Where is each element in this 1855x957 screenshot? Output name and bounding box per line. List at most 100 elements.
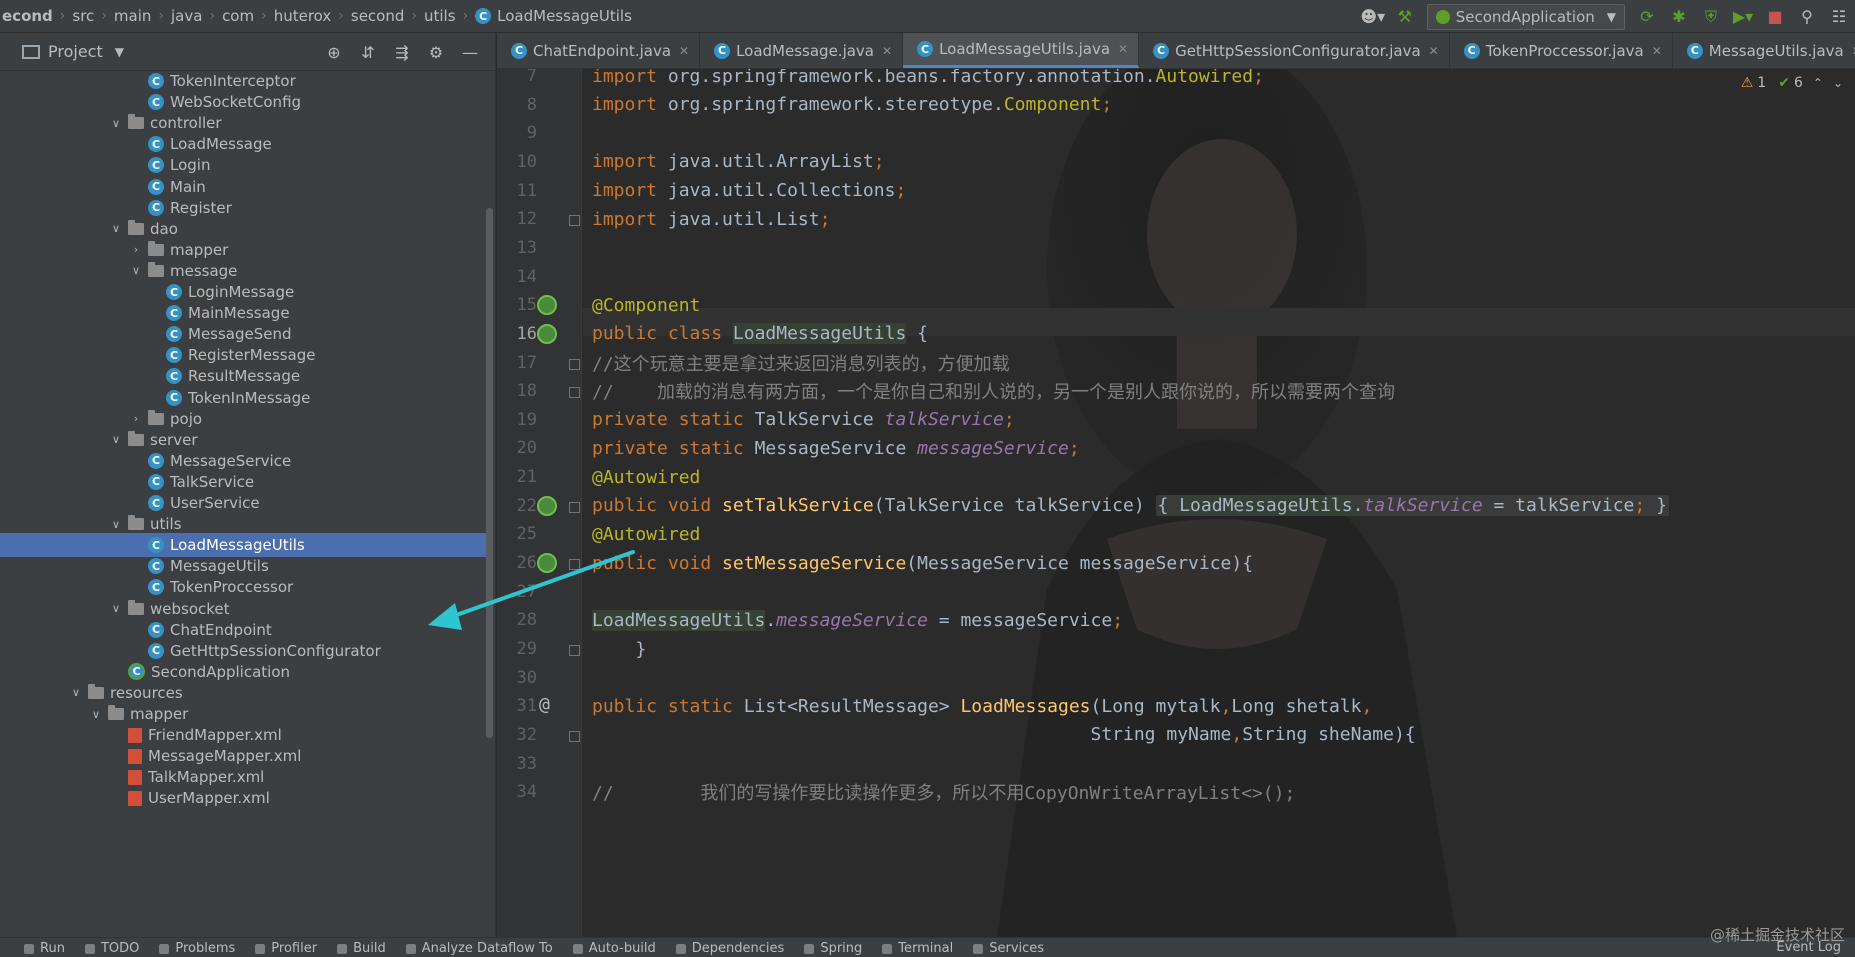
bottom-tool-tab[interactable]: Terminal: [872, 938, 963, 956]
chevron-down-icon[interactable]: ∨: [108, 602, 124, 615]
bottom-tool-tab[interactable]: Services: [963, 938, 1054, 956]
code-line[interactable]: public void setTalkService (TalkService t…: [592, 492, 1669, 520]
close-icon[interactable]: ✕: [882, 44, 892, 58]
code-line[interactable]: LoadMessageUtils. messageService = messag…: [592, 606, 1123, 634]
code-line[interactable]: String myName, String sheName){: [592, 721, 1415, 749]
code-line[interactable]: private static TalkService talkService;: [592, 406, 1015, 434]
tree-scrollbar[interactable]: [486, 208, 493, 738]
chevron-down-icon[interactable]: ∨: [108, 433, 124, 446]
code-editor[interactable]: 7 8 9 10 11 12 13 14 15 16 17 18 19 20 21 22 25 26 27 28 29 3…: [497, 69, 1855, 937]
bottom-tool-tab[interactable]: Dependencies: [666, 938, 795, 956]
code-line[interactable]: public static List<ResultMessage> LoadMe…: [592, 692, 1372, 720]
editor-tab[interactable]: C ChatEndpoint.java ✕: [497, 33, 701, 68]
code-line[interactable]: }: [592, 635, 646, 663]
search-icon[interactable]: ⚲: [1794, 4, 1820, 30]
bottom-tool-tab[interactable]: Run: [14, 938, 75, 956]
bottom-tool-tab[interactable]: Problems: [149, 938, 245, 956]
code-line[interactable]: import java.util.ArrayList;: [592, 148, 885, 176]
user-icon[interactable]: ☻▾: [1360, 4, 1386, 30]
editor-tab[interactable]: C GetHttpSessionConfigurator.java ✕: [1139, 33, 1450, 68]
fold-marker-icon[interactable]: [569, 501, 580, 513]
chevron-down-icon[interactable]: ⌄: [1833, 76, 1843, 90]
editor-tab[interactable]: C TokenProccessor.java ✕: [1450, 33, 1673, 68]
chevron-up-icon[interactable]: ⌃: [1813, 76, 1823, 90]
chevron-down-icon[interactable]: ▼: [115, 45, 124, 59]
chevron-right-icon[interactable]: ›: [128, 412, 144, 425]
gear-icon[interactable]: ⚙: [425, 39, 447, 65]
code-line[interactable]: private static MessageService messageSer…: [592, 434, 1080, 462]
code-line[interactable]: import org.springframework.beans.factory…: [592, 69, 1264, 90]
fold-marker-icon[interactable]: [569, 358, 580, 370]
code-line[interactable]: public void setMessageService (MessageSer…: [592, 549, 1253, 577]
spring-bean-icon[interactable]: [537, 323, 557, 344]
close-icon[interactable]: ✕: [1652, 44, 1662, 58]
code-line[interactable]: @Autowired: [592, 520, 700, 548]
expand-all-icon[interactable]: ⇵: [357, 39, 379, 65]
spring-bean-icon[interactable]: [537, 553, 557, 574]
breadcrumb-item[interactable]: java: [171, 7, 202, 25]
breadcrumb-item[interactable]: src: [72, 7, 94, 25]
bottom-tool-tab[interactable]: Profiler: [245, 938, 327, 956]
chevron-down-icon[interactable]: ∨: [128, 264, 144, 277]
breadcrumb-item[interactable]: huterox: [274, 7, 332, 25]
fold-marker-icon[interactable]: [569, 730, 580, 742]
fold-marker-icon[interactable]: [569, 215, 580, 227]
implicit-usage-icon[interactable]: @: [539, 694, 550, 715]
breadcrumb-item[interactable]: main: [114, 7, 151, 25]
bottom-tool-tab[interactable]: Spring: [794, 938, 872, 956]
line-gutter[interactable]: 7 8 9 10 11 12 13 14 15 16 17 18 19 20 21 22 25 26 27 28 29 3…: [497, 69, 582, 937]
close-icon[interactable]: ✕: [1118, 42, 1128, 56]
rerun-icon[interactable]: ⟳: [1634, 4, 1660, 30]
code-line[interactable]: // 我们的写操作要比读操作更多，所以不用CopyOnWriteArrayLis…: [592, 778, 1295, 806]
event-log-tab[interactable]: Event Log: [1776, 940, 1841, 955]
close-icon[interactable]: ✕: [1429, 44, 1439, 58]
bottom-tool-tab[interactable]: Analyze Dataflow To: [396, 938, 563, 956]
chevron-down-icon[interactable]: ∨: [68, 686, 84, 699]
spring-bean-icon[interactable]: [537, 495, 557, 516]
code-line[interactable]: @Component: [592, 291, 700, 319]
chevron-down-icon[interactable]: ∨: [108, 117, 124, 130]
run-configuration-select[interactable]: SecondApplication ▼: [1426, 3, 1625, 30]
locate-icon[interactable]: ⊕: [323, 39, 345, 65]
code-line[interactable]: //这个玩意主要是拿过来返回消息列表的，方便加载: [592, 349, 1010, 377]
fold-marker-icon[interactable]: [569, 387, 580, 399]
code-line[interactable]: // 加载的消息有两方面，一个是你自己和别人说的，另一个是别人跟你说的，所以需要…: [592, 377, 1395, 405]
collapse-all-icon[interactable]: ⇶: [391, 39, 413, 65]
close-icon[interactable]: ✕: [679, 44, 689, 58]
chevron-right-icon[interactable]: ›: [128, 243, 144, 256]
inspection-widget[interactable]: ⚠ 1 ✔ 6 ⌃ ⌄: [1741, 69, 1843, 97]
project-title[interactable]: Project: [48, 42, 103, 61]
build-hammer-icon[interactable]: ⚒: [1392, 4, 1418, 30]
breadcrumb-item[interactable]: C LoadMessageUtils: [475, 7, 632, 25]
breadcrumb-item[interactable]: utils: [424, 7, 456, 25]
code-line[interactable]: public class LoadMessageUtils {: [592, 320, 928, 348]
spring-bean-icon[interactable]: [537, 295, 557, 316]
project-tree[interactable]: C TokenInterceptor C WebSocketConfig ∨ contro…: [0, 71, 488, 937]
debug-icon[interactable]: ✱: [1666, 4, 1692, 30]
chevron-down-icon[interactable]: ∨: [88, 708, 104, 721]
breadcrumb-item[interactable]: second: [351, 7, 405, 25]
tree-item[interactable]: UserMapper.xml: [128, 786, 270, 810]
hide-icon[interactable]: —: [459, 39, 481, 65]
bottom-tool-tab[interactable]: Build: [327, 938, 396, 956]
ide-features-icon[interactable]: ☷: [1826, 4, 1852, 30]
bottom-tool-tab[interactable]: Auto-build: [563, 938, 666, 956]
stop-icon[interactable]: ■: [1762, 4, 1788, 30]
fold-marker-icon[interactable]: [569, 559, 580, 571]
chevron-down-icon[interactable]: ∨: [108, 222, 124, 235]
breadcrumb-item[interactable]: econd: [2, 7, 53, 25]
profile-icon[interactable]: ▶▾: [1730, 4, 1756, 30]
editor-tab[interactable]: C LoadMessage.java ✕: [700, 33, 904, 68]
chevron-down-icon[interactable]: ∨: [108, 518, 124, 531]
editor-tab-label: GetHttpSessionConfigurator.java: [1175, 41, 1421, 60]
code-line[interactable]: import org.springframework.stereotype. Co…: [592, 91, 1112, 119]
editor-tab[interactable]: C LoadMessageUtils.java ✕: [903, 33, 1140, 68]
fold-marker-icon[interactable]: [569, 645, 580, 656]
code-line[interactable]: import java.util.List;: [592, 205, 830, 233]
editor-tab[interactable]: CMessageUtils.java✕: [1673, 33, 1855, 68]
coverage-icon[interactable]: ⛨: [1698, 4, 1724, 30]
breadcrumb-item[interactable]: com: [222, 7, 254, 25]
code-line[interactable]: import java.util.Collections;: [592, 177, 906, 205]
bottom-tool-tab[interactable]: TODO: [75, 938, 149, 956]
code-line[interactable]: @Autowired: [592, 463, 700, 491]
